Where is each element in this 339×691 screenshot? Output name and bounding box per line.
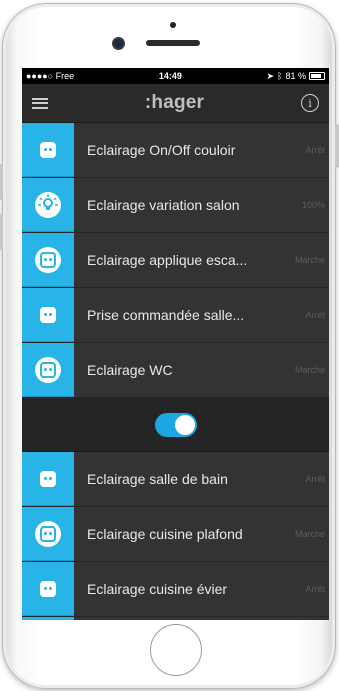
device-tile [22,617,74,620]
plug-icon [40,470,56,487]
app-screen: ●●●●○ Free 14:49 ➤ ᛒ 81 % :hager i Eclai… [22,68,329,620]
device-row-variation-salon[interactable]: Eclairage variation salon 100% [22,178,329,233]
brand-logo: :hager [144,92,205,113]
device-tile [22,452,74,506]
status-bar: ●●●●○ Free 14:49 ➤ ᛒ 81 % [22,68,329,84]
device-state: Marche [294,255,325,265]
device-row-applique-escalier[interactable]: Eclairage applique esca... Marche [22,233,329,288]
device-label [74,617,285,620]
device-list: Eclairage On/Off couloir Arrêt Eclairage… [22,123,329,620]
device-row-cuisine-evier[interactable]: Eclairage cuisine évier Arrêt [22,562,329,617]
device-state: 100% [301,200,325,210]
device-tile [22,507,74,561]
dimmer-bulb-icon [35,191,61,218]
device-tile [22,178,74,232]
power-toggle[interactable] [154,412,197,437]
toggle-section [22,398,329,452]
device-label: Eclairage cuisine évier [87,581,228,597]
device-state: Arrêt [305,474,325,484]
device-row-salle-de-bain[interactable]: Eclairage salle de bain Arrêt [22,452,329,507]
home-button[interactable] [150,624,202,676]
volume-up-button [0,164,3,200]
device-state: Marche [294,365,325,375]
device-label: Prise commandée salle... [87,307,245,323]
plug-icon [40,580,56,597]
nav-bar: :hager i [22,84,329,123]
plug-icon [40,306,56,323]
volume-down-button [0,214,3,250]
device-label: Eclairage WC [87,362,173,378]
device-state: Arrêt [305,145,325,155]
device-state: Arrêt [305,310,325,320]
plug-icon [40,141,56,158]
device-state: Marche [294,529,325,539]
location-icon: ➤ [266,70,275,81]
plug-icon [35,356,61,383]
front-camera-icon [114,39,123,48]
earpiece-speaker [146,40,200,46]
sensor-dot [170,22,176,28]
power-button [335,124,339,168]
device-tile [22,233,74,287]
device-row-cuisine-plafond[interactable]: Eclairage cuisine plafond Marche [22,507,329,562]
battery-icon [309,72,325,80]
bluetooth-icon: ᛒ [277,71,283,81]
toggle-knob [174,414,195,435]
device-row-eclairage-wc[interactable]: Eclairage WC Marche [22,343,329,398]
device-label: Eclairage applique esca... [87,252,248,268]
device-row-prise-salle[interactable]: Prise commandée salle... Arrêt [22,288,329,343]
device-label: Eclairage salle de bain [87,471,228,487]
device-row-eclairage-couloir[interactable]: Eclairage On/Off couloir Arrêt [22,123,329,178]
info-icon[interactable]: i [301,94,319,112]
hamburger-menu-icon[interactable] [32,97,48,109]
device-state: Arrêt [305,584,325,594]
device-label: Eclairage variation salon [87,197,240,213]
device-tile [22,343,74,397]
device-label: Eclairage On/Off couloir [87,142,236,158]
device-tile [22,562,74,616]
device-tile [22,288,74,342]
status-icons: ➤ ᛒ 81 % [267,71,325,82]
device-state [285,617,329,620]
device-row-partial[interactable] [22,617,329,620]
battery-percent: 81 % [285,71,306,81]
plug-icon [35,520,61,547]
clock: 14:49 [158,71,182,81]
device-tile [22,123,74,177]
carrier-text: ●●●●○ Free [26,71,75,81]
plug-icon [35,246,61,273]
device-label: Eclairage cuisine plafond [87,526,243,542]
